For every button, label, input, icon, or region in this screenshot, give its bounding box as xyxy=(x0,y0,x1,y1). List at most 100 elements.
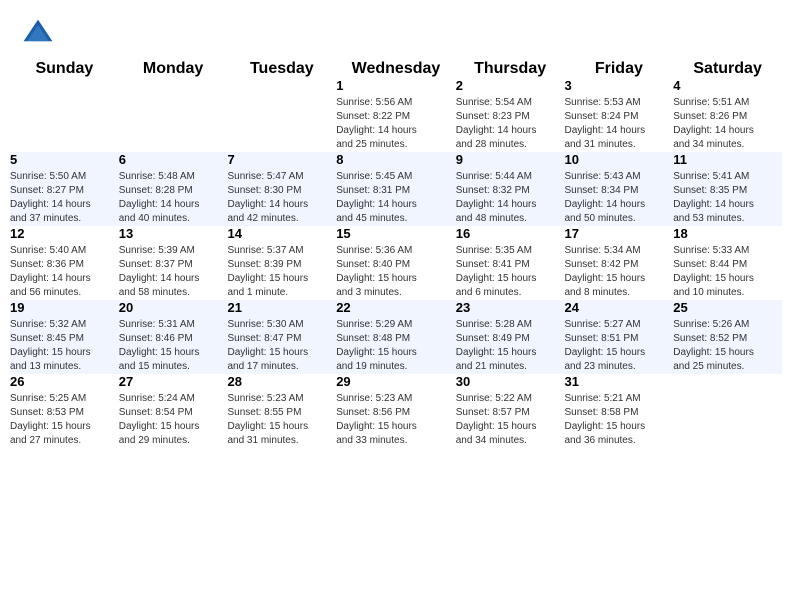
day-number: 13 xyxy=(119,226,228,241)
day-number: 14 xyxy=(227,226,336,241)
calendar-day-cell: 23Sunrise: 5:28 AM Sunset: 8:49 PM Dayli… xyxy=(456,300,565,374)
day-info: Sunrise: 5:43 AM Sunset: 8:34 PM Dayligh… xyxy=(564,170,673,226)
day-info: Sunrise: 5:41 AM Sunset: 8:35 PM Dayligh… xyxy=(673,170,782,226)
day-number: 22 xyxy=(336,300,456,315)
day-number: 25 xyxy=(673,300,782,315)
calendar-day-cell: 20 Sunrise: 5:31 AM Sunset: 8:46 PM Dayli… xyxy=(119,300,228,374)
day-number: 21 xyxy=(227,300,336,315)
calendar-day-cell: 24 Sunrise: 5:27 AM Sunset: 8:51 PM Dayli… xyxy=(564,300,673,374)
day-info: Sunrise: 5:25 AM Sunset: 8:53 PM Dayligh… xyxy=(10,392,119,448)
calendar-day-cell xyxy=(673,374,782,448)
calendar-week-row: 1 Sunrise: 5:56 AM Sunset: 8:22 PM Daylig… xyxy=(10,78,782,152)
calendar-day-cell: 31 Sunrise: 5:21 AM Sunset: 8:58 PM Dayli… xyxy=(564,374,673,448)
day-number: 28 xyxy=(227,374,336,389)
calendar-week-row: 5 Sunrise: 5:50 AM Sunset: 8:27 PM Daylig… xyxy=(10,152,782,226)
day-info: Sunrise: 5:21 AM Sunset: 8:58 PM Dayligh… xyxy=(564,392,673,448)
calendar-day-cell: 29 Sunrise: 5:23 AM Sunset: 8:56 PM Dayli… xyxy=(336,374,456,448)
calendar-day-cell: 17 Sunrise: 5:34 AM Sunset: 8:42 PM Dayli… xyxy=(564,226,673,300)
calendar-week-row: 12 Sunrise: 5:40 AM Sunset: 8:36 PM Dayli… xyxy=(10,226,782,300)
day-number: 18 xyxy=(673,226,782,241)
day-number: 12 xyxy=(10,226,119,241)
calendar-day-cell: 7Sunrise: 5:47 AM Sunset: 8:30 PM Daylig… xyxy=(227,152,336,226)
calendar-day-cell: 8 Sunrise: 5:45 AM Sunset: 8:31 PM Daylig… xyxy=(336,152,456,226)
header-saturday: Saturday xyxy=(673,60,782,78)
day-number: 6 xyxy=(119,152,228,167)
day-info: Sunrise: 5:50 AM Sunset: 8:27 PM Dayligh… xyxy=(10,170,119,226)
day-info: Sunrise: 5:34 AM Sunset: 8:42 PM Dayligh… xyxy=(564,244,673,300)
header-tuesday: Tuesday xyxy=(227,60,336,78)
day-info: Sunrise: 5:22 AM Sunset: 8:57 PM Dayligh… xyxy=(456,392,565,448)
day-info: Sunrise: 5:35 AM Sunset: 8:41 PM Dayligh… xyxy=(456,244,565,300)
calendar-day-cell: 19 Sunrise: 5:32 AM Sunset: 8:45 PM Dayli… xyxy=(10,300,119,374)
calendar-day-cell: 22 Sunrise: 5:29 AM Sunset: 8:48 PM Dayli… xyxy=(336,300,456,374)
calendar-day-cell: 14 Sunrise: 5:37 AM Sunset: 8:39 PM Dayli… xyxy=(227,226,336,300)
day-number: 11 xyxy=(673,152,782,167)
day-info: Sunrise: 5:23 AM Sunset: 8:55 PM Dayligh… xyxy=(227,392,336,448)
day-number: 31 xyxy=(564,374,673,389)
day-number: 20 xyxy=(119,300,228,315)
day-info: Sunrise: 5:51 AM Sunset: 8:26 PM Dayligh… xyxy=(673,96,782,152)
day-number: 9 xyxy=(456,152,565,167)
header-monday: Monday xyxy=(119,60,228,78)
day-info: Sunrise: 5:40 AM Sunset: 8:36 PM Dayligh… xyxy=(10,244,119,300)
calendar-day-cell xyxy=(119,78,228,152)
weekday-header-row: Sunday Monday Tuesday Wednesday Thursday… xyxy=(10,60,782,78)
calendar-week-row: 26Sunrise: 5:25 AM Sunset: 8:53 PM Dayli… xyxy=(10,374,782,448)
day-number: 7 xyxy=(227,152,336,167)
calendar-day-cell: 15 Sunrise: 5:36 AM Sunset: 8:40 PM Dayli… xyxy=(336,226,456,300)
calendar-day-cell: 30 Sunrise: 5:22 AM Sunset: 8:57 PM Dayli… xyxy=(456,374,565,448)
calendar-table: Sunday Monday Tuesday Wednesday Thursday… xyxy=(10,60,782,448)
day-number: 30 xyxy=(456,374,565,389)
logo xyxy=(20,16,60,52)
day-number: 23 xyxy=(456,300,565,315)
calendar-day-cell: 3 Sunrise: 5:53 AM Sunset: 8:24 PM Daylig… xyxy=(564,78,673,152)
day-info: Sunrise: 5:33 AM Sunset: 8:44 PM Dayligh… xyxy=(673,244,782,300)
calendar-day-cell: 25 Sunrise: 5:26 AM Sunset: 8:52 PM Dayli… xyxy=(673,300,782,374)
day-number: 5 xyxy=(10,152,119,167)
day-number: 27 xyxy=(119,374,228,389)
logo-icon xyxy=(20,16,56,52)
calendar-day-cell: 11 Sunrise: 5:41 AM Sunset: 8:35 PM Dayli… xyxy=(673,152,782,226)
header-sunday: Sunday xyxy=(10,60,119,78)
calendar-day-cell xyxy=(227,78,336,152)
day-info: Sunrise: 5:32 AM Sunset: 8:45 PM Dayligh… xyxy=(10,318,119,374)
calendar-day-cell: 12 Sunrise: 5:40 AM Sunset: 8:36 PM Dayli… xyxy=(10,226,119,300)
day-info: Sunrise: 5:26 AM Sunset: 8:52 PM Dayligh… xyxy=(673,318,782,374)
calendar-day-cell: 26Sunrise: 5:25 AM Sunset: 8:53 PM Dayli… xyxy=(10,374,119,448)
day-info: Sunrise: 5:37 AM Sunset: 8:39 PM Dayligh… xyxy=(227,244,336,300)
calendar-day-cell xyxy=(10,78,119,152)
day-info: Sunrise: 5:53 AM Sunset: 8:24 PM Dayligh… xyxy=(564,96,673,152)
day-number: 2 xyxy=(456,78,565,93)
day-info: Sunrise: 5:27 AM Sunset: 8:51 PM Dayligh… xyxy=(564,318,673,374)
day-info: Sunrise: 5:31 AM Sunset: 8:46 PM Dayligh… xyxy=(119,318,228,374)
header xyxy=(0,0,792,60)
day-number: 3 xyxy=(564,78,673,93)
calendar-day-cell: 6Sunrise: 5:48 AM Sunset: 8:28 PM Daylig… xyxy=(119,152,228,226)
day-number: 29 xyxy=(336,374,456,389)
day-number: 8 xyxy=(336,152,456,167)
day-info: Sunrise: 5:29 AM Sunset: 8:48 PM Dayligh… xyxy=(336,318,456,374)
day-info: Sunrise: 5:44 AM Sunset: 8:32 PM Dayligh… xyxy=(456,170,565,226)
day-number: 15 xyxy=(336,226,456,241)
header-friday: Friday xyxy=(564,60,673,78)
calendar-day-cell: 28 Sunrise: 5:23 AM Sunset: 8:55 PM Dayli… xyxy=(227,374,336,448)
day-number: 17 xyxy=(564,226,673,241)
day-info: Sunrise: 5:30 AM Sunset: 8:47 PM Dayligh… xyxy=(227,318,336,374)
calendar-day-cell: 16Sunrise: 5:35 AM Sunset: 8:41 PM Dayli… xyxy=(456,226,565,300)
day-number: 1 xyxy=(336,78,456,93)
calendar-day-cell: 1 Sunrise: 5:56 AM Sunset: 8:22 PM Daylig… xyxy=(336,78,456,152)
day-info: Sunrise: 5:36 AM Sunset: 8:40 PM Dayligh… xyxy=(336,244,456,300)
day-info: Sunrise: 5:24 AM Sunset: 8:54 PM Dayligh… xyxy=(119,392,228,448)
page-wrapper: Sunday Monday Tuesday Wednesday Thursday… xyxy=(0,0,792,612)
day-number: 19 xyxy=(10,300,119,315)
day-info: Sunrise: 5:56 AM Sunset: 8:22 PM Dayligh… xyxy=(336,96,456,152)
calendar-week-row: 19 Sunrise: 5:32 AM Sunset: 8:45 PM Dayli… xyxy=(10,300,782,374)
calendar-day-cell: 2 Sunrise: 5:54 AM Sunset: 8:23 PM Daylig… xyxy=(456,78,565,152)
calendar-body: 1 Sunrise: 5:56 AM Sunset: 8:22 PM Daylig… xyxy=(10,78,782,448)
day-info: Sunrise: 5:54 AM Sunset: 8:23 PM Dayligh… xyxy=(456,96,565,152)
day-info: Sunrise: 5:23 AM Sunset: 8:56 PM Dayligh… xyxy=(336,392,456,448)
header-thursday: Thursday xyxy=(456,60,565,78)
calendar-day-cell: 21 Sunrise: 5:30 AM Sunset: 8:47 PM Dayli… xyxy=(227,300,336,374)
day-info: Sunrise: 5:45 AM Sunset: 8:31 PM Dayligh… xyxy=(336,170,456,226)
day-number: 24 xyxy=(564,300,673,315)
